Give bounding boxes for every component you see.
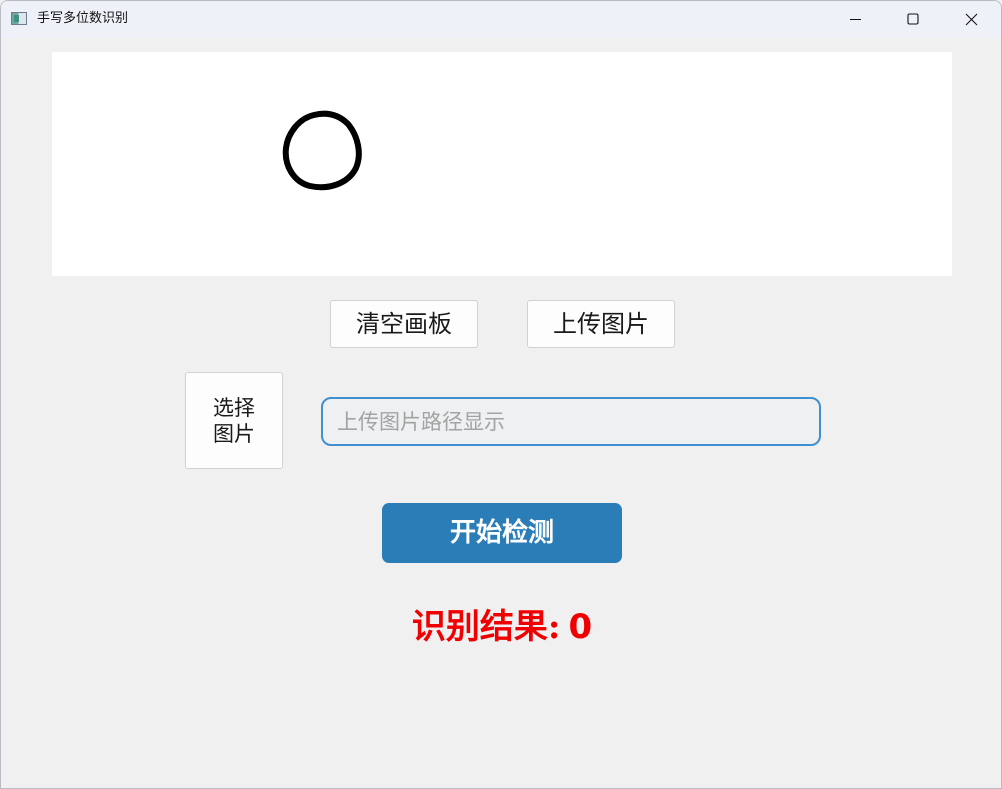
clear-canvas-button[interactable]: 清空画板 <box>330 300 478 348</box>
select-image-label-line2: 图片 <box>213 422 255 446</box>
recognition-result: 识别结果: 0 <box>301 599 703 655</box>
app-window: 手写多位数识别 清空画板 上传图片 选择 图片 开始检测 <box>0 0 1002 789</box>
handwritten-stroke <box>282 110 362 191</box>
close-icon <box>965 13 978 26</box>
drawing-canvas[interactable] <box>52 52 952 276</box>
select-image-button[interactable]: 选择 图片 <box>185 372 283 469</box>
minimize-button[interactable] <box>827 1 885 38</box>
select-image-label-line1: 选择 <box>213 396 255 420</box>
result-label: 识别结果: <box>411 607 561 647</box>
minimize-icon <box>850 19 861 20</box>
window-title: 手写多位数识别 <box>37 11 129 26</box>
upload-image-button[interactable]: 上传图片 <box>527 300 675 348</box>
maximize-button[interactable] <box>884 1 942 38</box>
start-detect-button[interactable]: 开始检测 <box>382 503 622 563</box>
maximize-icon <box>907 13 919 25</box>
close-button[interactable] <box>943 1 1001 38</box>
image-path-input[interactable] <box>321 397 821 446</box>
result-value: 0 <box>568 607 593 647</box>
app-window-icon <box>11 12 27 25</box>
title-bar[interactable]: 手写多位数识别 <box>1 1 1001 38</box>
